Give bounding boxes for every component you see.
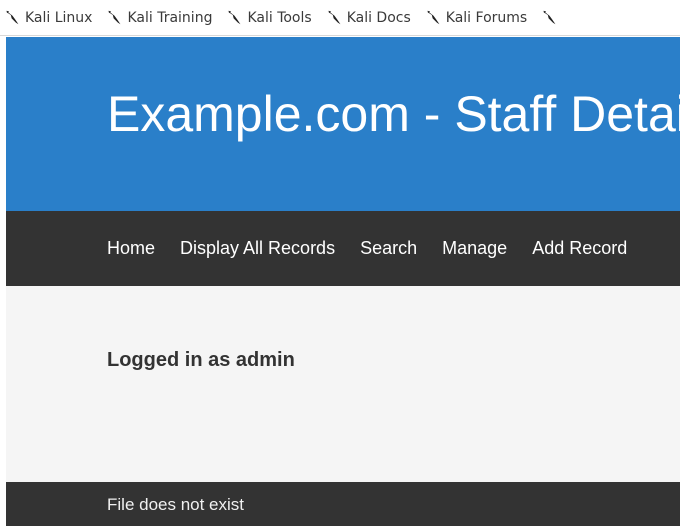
site-title: Example.com - Staff Details xyxy=(107,86,680,142)
bookmark-label: Kali Docs xyxy=(346,9,411,26)
bookmark-kali-forums[interactable]: Kali Forums xyxy=(425,9,527,26)
kali-dragon-icon xyxy=(108,10,121,25)
bookmark-label: Kali Tools xyxy=(247,9,312,26)
nav-display-all-records[interactable]: Display All Records xyxy=(180,238,335,259)
main-content: Logged in as admin xyxy=(6,286,680,482)
kali-dragon-icon xyxy=(426,10,440,25)
kali-dragon-icon xyxy=(542,10,556,25)
kali-dragon-icon xyxy=(5,10,19,25)
bookmark-label: Kali Training xyxy=(127,9,213,26)
login-status: Logged in as admin xyxy=(107,349,295,371)
site-footer: File does not exist xyxy=(6,482,680,526)
bookmark-label: Kali Forums xyxy=(445,9,528,26)
kali-dragon-icon xyxy=(327,10,341,25)
footer-message: File does not exist xyxy=(107,495,245,514)
main-nav: Home Display All Records Search Manage A… xyxy=(6,211,680,286)
nav-home[interactable]: Home xyxy=(107,238,155,259)
nav-manage[interactable]: Manage xyxy=(442,238,507,259)
web-page: Example.com - Staff Details Home Display… xyxy=(6,37,680,526)
bookmarks-toolbar: Kali Linux Kali Training Kali Tools Kali… xyxy=(0,0,680,36)
bookmark-overflow[interactable] xyxy=(541,9,562,26)
kali-dragon-icon xyxy=(228,10,241,25)
nav-search[interactable]: Search xyxy=(360,238,417,259)
nav-add-record[interactable]: Add Record xyxy=(532,238,627,259)
bookmark-kali-training[interactable]: Kali Training xyxy=(106,9,212,26)
bookmark-label: Kali Linux xyxy=(25,9,93,26)
site-header: Example.com - Staff Details xyxy=(6,37,680,211)
bookmark-kali-linux[interactable]: Kali Linux xyxy=(4,9,92,26)
bookmark-kali-docs[interactable]: Kali Docs xyxy=(326,9,411,26)
bookmark-kali-tools[interactable]: Kali Tools xyxy=(226,9,312,26)
